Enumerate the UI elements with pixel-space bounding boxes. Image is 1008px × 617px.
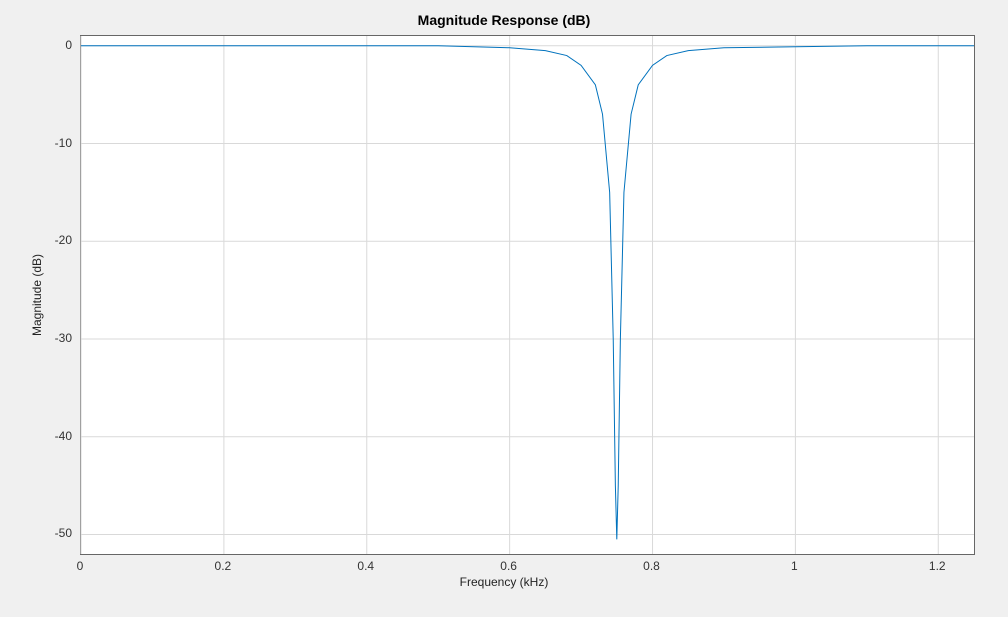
x-axis-label: Frequency (kHz) [460,575,549,589]
x-tick-label: 0.2 [215,559,232,573]
y-axis-label: Magnitude (dB) [30,254,44,336]
x-tick-label: 0.8 [643,559,660,573]
data-series-response [81,46,974,540]
x-tick-label: 0 [77,559,84,573]
x-tick-label: 0.4 [357,559,374,573]
y-tick-label: 0 [32,38,72,52]
y-tick-label: -50 [32,526,72,540]
axes [80,35,975,555]
y-tick-label: -20 [32,233,72,247]
x-tick-label: 1.2 [929,559,946,573]
y-tick-label: -40 [32,429,72,443]
x-tick-label: 1 [791,559,798,573]
plot-area [81,36,974,554]
x-tick-label: 0.6 [500,559,517,573]
figure: Magnitude Response (dB) 0 0.2 0.4 0.6 0.8 1 1.… [0,0,1008,617]
y-tick-label: -10 [32,136,72,150]
chart-title: Magnitude Response (dB) [0,12,1008,28]
